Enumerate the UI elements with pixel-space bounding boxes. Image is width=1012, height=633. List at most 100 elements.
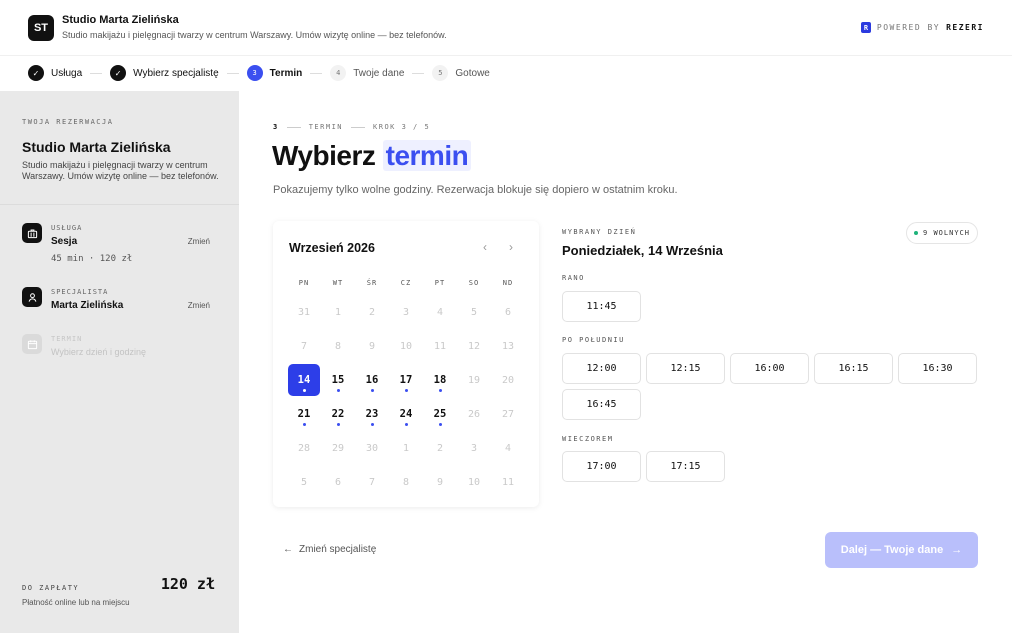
day-number: 8 <box>334 340 342 352</box>
calendar-day-unavailable: 20 <box>491 363 525 397</box>
time-slot-button[interactable]: 16:30 <box>898 353 977 384</box>
next-step-button[interactable]: Dalej — Twoje dane → <box>825 532 978 568</box>
time-slot-button[interactable]: 16:00 <box>730 353 809 384</box>
step-divider <box>90 72 103 74</box>
step-label: Gotowe <box>455 67 490 79</box>
step-number: 3 <box>246 65 263 81</box>
calendar-day-unavailable: 3 <box>457 431 491 465</box>
page-title-prefix: Wybierz <box>272 140 376 171</box>
day-number: 29 <box>331 442 345 454</box>
day-number: 16 <box>365 374 379 386</box>
prev-month-icon[interactable]: ‹ <box>483 240 487 254</box>
time-slot-button[interactable]: 12:15 <box>646 353 725 384</box>
powered-by-link[interactable]: R POWERED BY REZERI <box>860 22 984 33</box>
bag-icon <box>22 223 42 243</box>
step-number: 4 <box>330 65 347 81</box>
arrow-left-icon: ← <box>283 544 293 555</box>
day-number: 11 <box>501 476 515 488</box>
calendar-day-unavailable: 10 <box>457 465 491 499</box>
day-number: 8 <box>402 476 410 488</box>
time-slot-button[interactable]: 11:45 <box>562 291 641 322</box>
calendar-day-available[interactable]: 17 <box>389 363 423 397</box>
day-number: 23 <box>365 408 379 420</box>
calendar-day-available[interactable]: 18 <box>423 363 457 397</box>
calendar-day-unavailable: 30 <box>355 431 389 465</box>
step-details: 4 Twoje dane <box>330 65 404 81</box>
calendar-day-available[interactable]: 22 <box>321 397 355 431</box>
afternoon-label: PO POŁUDNIU <box>562 336 625 344</box>
powered-by-text: POWERED BY <box>876 23 941 32</box>
evening-slots: 17:00 17:15 <box>562 451 977 482</box>
availability-dot-icon <box>302 423 306 426</box>
day-number: 28 <box>297 442 311 454</box>
calendar-day-unavailable: 4 <box>423 295 457 329</box>
weekday-header: PN WT ŚR CZ PT SO ND <box>287 279 525 287</box>
step-breadcrumb: 3 TERMIN KROK 3 / 5 <box>273 123 430 131</box>
availability-dot-icon <box>404 423 408 426</box>
step-specialist[interactable]: ✓ Wybierz specjalistę <box>110 65 219 81</box>
calendar-day-available[interactable]: 15 <box>321 363 355 397</box>
day-number: 15 <box>331 374 345 386</box>
payment-note: Płatność online lub na miejscu <box>22 598 130 607</box>
calendar-day-unavailable: 11 <box>491 465 525 499</box>
weekday-label: ŚR <box>366 279 378 287</box>
morning-label: RANO <box>562 274 585 282</box>
day-number: 24 <box>399 408 413 420</box>
booking-stepper: ✓ Usługa ✓ Wybierz specjalistę 3 Termin … <box>28 64 490 82</box>
calendar-day-available[interactable]: 24 <box>389 397 423 431</box>
day-number: 6 <box>334 476 342 488</box>
time-slot-button[interactable]: 16:45 <box>562 389 641 420</box>
calendar-day-unavailable: 13 <box>491 329 525 363</box>
app-header: ST Studio Marta Zielińska Studio makijaż… <box>0 0 1012 56</box>
step-service[interactable]: ✓ Usługa <box>28 65 82 81</box>
calendar-day-available[interactable]: 16 <box>355 363 389 397</box>
time-slot-button[interactable]: 17:00 <box>562 451 641 482</box>
summary-term-label: TERMIN <box>51 335 83 343</box>
day-number: 21 <box>297 408 311 420</box>
availability-dot-icon <box>336 423 340 426</box>
step-divider <box>226 72 239 74</box>
summary-specialist-value: Marta Zielińska <box>51 300 124 311</box>
calendar-day-unavailable: 11 <box>423 329 457 363</box>
calendar-day-selected[interactable]: 14 <box>287 363 321 397</box>
day-number: 17 <box>399 374 413 386</box>
studio-description: Studio makijażu i pielęgnacji twarzy w c… <box>62 30 447 40</box>
calendar-day-unavailable: 9 <box>423 465 457 499</box>
check-icon: ✓ <box>110 65 127 81</box>
calendar-day-unavailable: 29 <box>321 431 355 465</box>
day-number: 2 <box>436 442 444 454</box>
next-button-label: Dalej — Twoje dane <box>840 544 944 556</box>
calendar-day-unavailable: 31 <box>287 295 321 329</box>
time-slot-button[interactable]: 16:15 <box>814 353 893 384</box>
day-number: 3 <box>470 442 478 454</box>
time-slot-button[interactable]: 12:00 <box>562 353 641 384</box>
day-number: 31 <box>297 306 311 318</box>
back-to-specialist-link[interactable]: ← Zmień specjalistę <box>283 544 376 555</box>
day-number: 7 <box>300 340 308 352</box>
arrow-right-icon: → <box>951 544 963 556</box>
day-number: 14 <box>297 374 311 386</box>
calendar-day-unavailable: 7 <box>287 329 321 363</box>
availability-dot-icon <box>438 423 442 426</box>
day-number: 4 <box>504 442 512 454</box>
breadcrumb-section: TERMIN <box>308 123 344 131</box>
step-label: Wybierz specjalistę <box>133 67 219 79</box>
weekday-label: PT <box>434 279 446 287</box>
calendar-day-available[interactable]: 25 <box>423 397 457 431</box>
calendar-day-available[interactable]: 21 <box>287 397 321 431</box>
day-number: 9 <box>436 476 444 488</box>
payment-label: DO ZAPŁATY <box>22 584 80 592</box>
calendar-day-available[interactable]: 23 <box>355 397 389 431</box>
day-number: 10 <box>467 476 481 488</box>
day-number: 9 <box>368 340 376 352</box>
calendar-day-grid: 31 1 2 3 4 5 6 7 8 9 10 11 12 13 14 15 16 17 18 19 20 21 22 23 2… <box>287 295 525 499</box>
change-service-link[interactable]: Zmień <box>188 237 210 246</box>
next-month-icon[interactable]: › <box>509 240 513 254</box>
step-term[interactable]: 3 Termin <box>246 65 302 81</box>
time-slot-button[interactable]: 17:15 <box>646 451 725 482</box>
change-specialist-link[interactable]: Zmień <box>188 301 210 310</box>
page-title-highlight: termin <box>382 140 472 171</box>
availability-dot-icon <box>302 389 306 392</box>
day-number: 7 <box>368 476 376 488</box>
page-title: Wybierz termin <box>272 140 472 172</box>
